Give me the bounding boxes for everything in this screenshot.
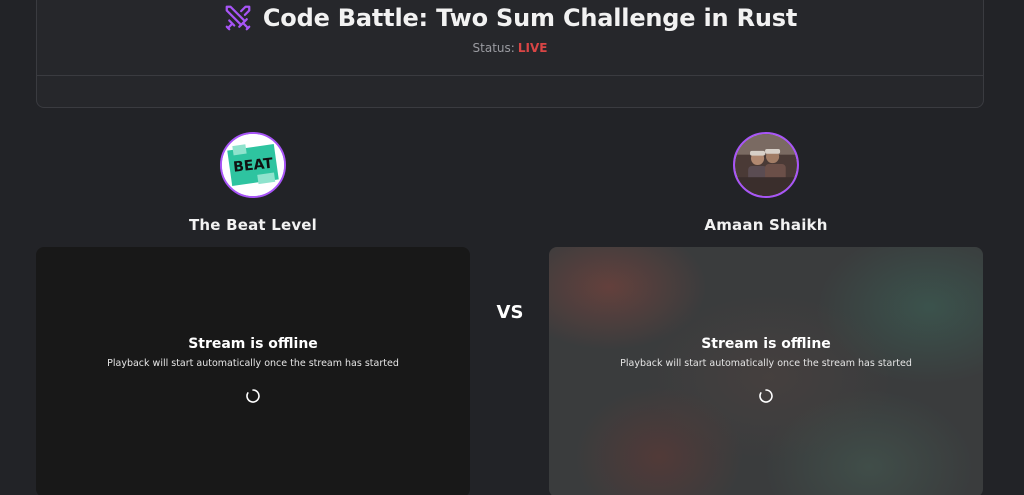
loading-spinner-icon — [759, 389, 773, 403]
loading-spinner-icon — [246, 389, 260, 403]
status-badge: LIVE — [517, 41, 548, 55]
stream-status-message: Playback will start automatically once t… — [620, 358, 912, 369]
battle-page: Code Battle: Two Sum Challenge in Rust S… — [0, 0, 1024, 495]
stream-status-message: Playback will start automatically once t… — [107, 358, 399, 369]
page-title: Code Battle: Two Sum Challenge in Rust — [262, 4, 798, 32]
title-row: Code Battle: Two Sum Challenge in Rust — [37, 3, 983, 33]
battle-header: Code Battle: Two Sum Challenge in Rust S… — [36, 0, 984, 108]
status-row: Status: LIVE — [37, 41, 983, 55]
stream-player[interactable]: Stream is offline Playback will start au… — [549, 247, 983, 495]
vs-label: VS — [496, 302, 524, 323]
the-beat-level-logo: BEAT — [222, 134, 284, 196]
player-name[interactable]: Amaan Shaikh — [549, 216, 983, 234]
amaan-shaikh-photo — [735, 134, 797, 196]
player-left: BEAT The Beat Level Stream is offline Pl… — [36, 132, 470, 495]
avatar[interactable]: BEAT — [220, 132, 286, 198]
stream-player[interactable]: Stream is offline Playback will start au… — [36, 247, 470, 495]
status-label: Status: — [472, 41, 515, 55]
stream-status-title: Stream is offline — [188, 336, 318, 352]
stream-status-title: Stream is offline — [701, 336, 831, 352]
player-right: Amaan Shaikh Stream is offline Playback … — [549, 132, 983, 495]
header-divider — [37, 75, 983, 76]
crossed-swords-icon — [223, 3, 253, 33]
avatar[interactable] — [733, 132, 799, 198]
player-name[interactable]: The Beat Level — [36, 216, 470, 234]
